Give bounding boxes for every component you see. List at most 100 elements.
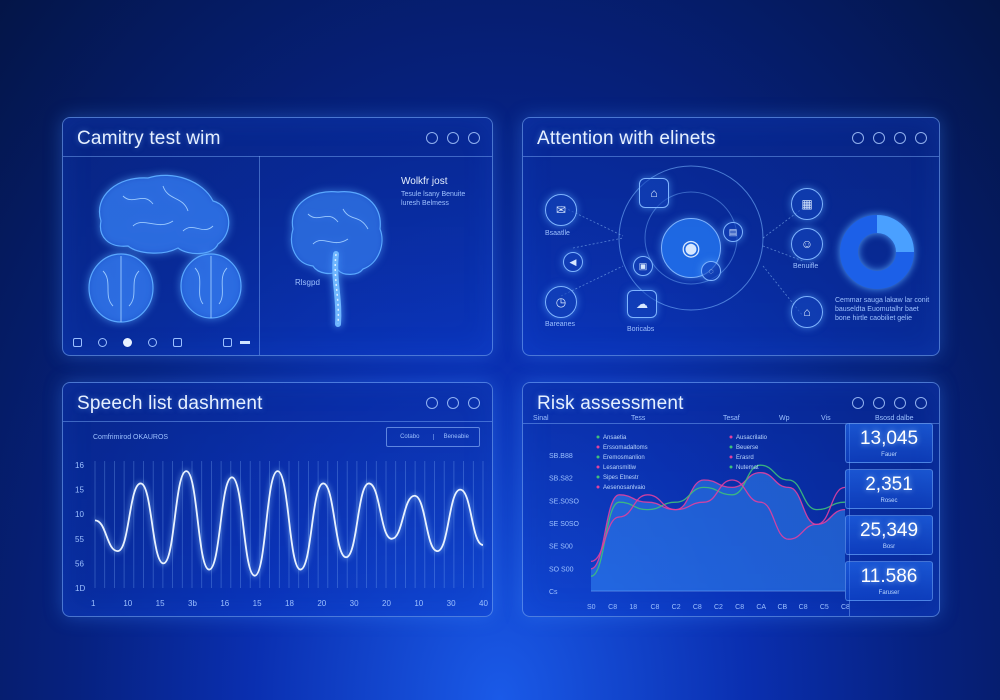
x-tick-label: 18 <box>629 604 637 611</box>
home-node[interactable]: ⌂ <box>791 296 823 328</box>
home-icon[interactable] <box>223 338 232 347</box>
col-head-3: Tesaf <box>723 415 740 422</box>
menu-icon[interactable] <box>468 132 480 144</box>
chat-node[interactable]: ▣ <box>633 256 653 276</box>
stat-column: 13,045 Fauer 2,351 Rosec 25,349 Bosr 11.… <box>845 423 933 601</box>
menu-icon[interactable] <box>915 132 927 144</box>
brain-caption: Rlsgpd <box>295 278 320 287</box>
refresh-icon[interactable] <box>468 397 480 409</box>
y-tick-label: 16 <box>75 461 84 470</box>
timer-node[interactable]: ◷ <box>545 286 577 318</box>
x-tick-label: 1 <box>91 599 96 608</box>
brain-views <box>88 174 242 323</box>
stat-sub: Bosr <box>882 544 896 550</box>
speech-header-icons <box>426 397 480 409</box>
cognitive-footer-right <box>223 338 250 347</box>
home-icon[interactable] <box>426 397 438 409</box>
legend-label: Erssomadaltoms <box>603 445 648 451</box>
stat-card[interactable]: 11.586 Faruser <box>845 561 933 601</box>
people-node[interactable]: ☺ <box>791 228 823 260</box>
legend-label: Ansaetia <box>603 435 627 441</box>
bell-icon[interactable] <box>852 132 864 144</box>
y-tick-label: SE S00 <box>549 544 573 551</box>
legend-dot <box>596 475 600 479</box>
x-tick-label: 30 <box>447 599 456 608</box>
risk-header-icons <box>852 397 927 409</box>
legend-dot <box>729 465 733 469</box>
brain-spine-icon <box>291 191 383 327</box>
stat-card[interactable]: 13,045 Fauer <box>845 423 933 463</box>
stat-sub: Fauer <box>881 452 897 458</box>
risk-panel: Risk assessment Sinal Tess Tesaf Wp Vis … <box>522 382 940 617</box>
y-tick-label: SE.S0SO <box>549 498 580 505</box>
x-tick-label: 15 <box>156 599 165 608</box>
bell-icon[interactable] <box>426 132 438 144</box>
cognitive-header-icons <box>426 132 480 144</box>
panel-divider <box>259 156 260 355</box>
x-tick-label: 3b <box>188 599 197 608</box>
col-head-1: Sinal <box>533 415 549 422</box>
bulb-node[interactable]: ◌ <box>701 261 721 281</box>
settings-icon[interactable] <box>873 132 885 144</box>
settings-icon[interactable] <box>447 397 459 409</box>
home-icon[interactable] <box>852 397 864 409</box>
clock-icon[interactable] <box>148 338 157 347</box>
tile-node[interactable]: ▤ <box>723 222 743 242</box>
legend-dot <box>729 445 733 449</box>
x-tick-label: C8 <box>841 604 849 611</box>
stat-card[interactable]: 2,351 Rosec <box>845 469 933 509</box>
search-icon[interactable] <box>73 338 82 347</box>
y-tick-label: 1D <box>75 584 85 593</box>
right-heading: Wolkfr jost <box>401 176 448 187</box>
cognitive-title: Camitry test wim <box>77 128 221 149</box>
legend-label: Lesansmitiw <box>603 465 637 471</box>
refresh-icon[interactable] <box>894 397 906 409</box>
node-label-1: Bsaatlle <box>545 230 570 237</box>
grid-icon[interactable] <box>173 338 182 347</box>
legend-label: Sipes Etnestr <box>603 475 639 481</box>
donut-chart-icon <box>840 215 914 289</box>
brain-top-icon-left <box>88 253 154 323</box>
lock-node[interactable]: ⌂ <box>639 178 669 208</box>
brain-top-icon-right <box>180 253 242 319</box>
document-node[interactable]: ▦ <box>791 188 823 220</box>
stat-sub: Faruser <box>878 590 900 596</box>
risk-title: Risk assessment <box>537 393 684 414</box>
minimize-icon[interactable] <box>240 341 250 344</box>
y-tick-label: Cs <box>549 589 558 596</box>
settings-icon[interactable] <box>447 132 459 144</box>
y-tick-label: SE S0SO <box>549 521 580 528</box>
cognitive-footer <box>73 338 182 347</box>
legend-label: Ausacrilatio <box>736 435 768 441</box>
speech-panel: Speech list dashment Comfrimirod OKAUROS… <box>62 382 493 617</box>
y-tick-label: SB.S82 <box>549 476 573 483</box>
brain-side-icon <box>98 174 230 255</box>
legend-label: Aesenosanlvaio <box>603 485 646 491</box>
x-tick-label: 16 <box>220 599 229 608</box>
play-icon[interactable] <box>123 338 132 347</box>
attention-panel: Attention with elinets ✉ Bsaatlle ◀ ◷ Ba… <box>522 117 940 356</box>
x-tick-label: 15 <box>253 599 262 608</box>
node-label-3: Boricabs <box>627 326 655 333</box>
stat-value: 13,045 <box>859 428 919 449</box>
settings-icon[interactable] <box>873 397 885 409</box>
x-tick-label: C8 <box>799 604 808 611</box>
y-tick-label: 56 <box>75 559 84 568</box>
x-tick-label: C8 <box>693 604 702 611</box>
stat-value: 11.586 <box>860 566 918 587</box>
close-icon[interactable] <box>915 397 927 409</box>
analytics-node[interactable]: ✉ <box>545 194 577 226</box>
y-tick-label: 55 <box>75 535 84 544</box>
speech-title: Speech list dashment <box>77 393 263 414</box>
stat-card[interactable]: 25,349 Bosr <box>845 515 933 555</box>
y-tick-label: SO S00 <box>549 566 574 573</box>
legend-dot <box>729 455 733 459</box>
legend-dot <box>729 435 733 439</box>
x-tick-label: CB <box>778 604 788 611</box>
legend-dot <box>596 445 600 449</box>
speaker-node[interactable]: ◀ <box>563 252 583 272</box>
share-icon[interactable] <box>894 132 906 144</box>
node-label-4: Benuifle <box>793 263 819 270</box>
cloud-node[interactable]: ☁ <box>627 290 657 318</box>
filter-icon[interactable] <box>98 338 107 347</box>
